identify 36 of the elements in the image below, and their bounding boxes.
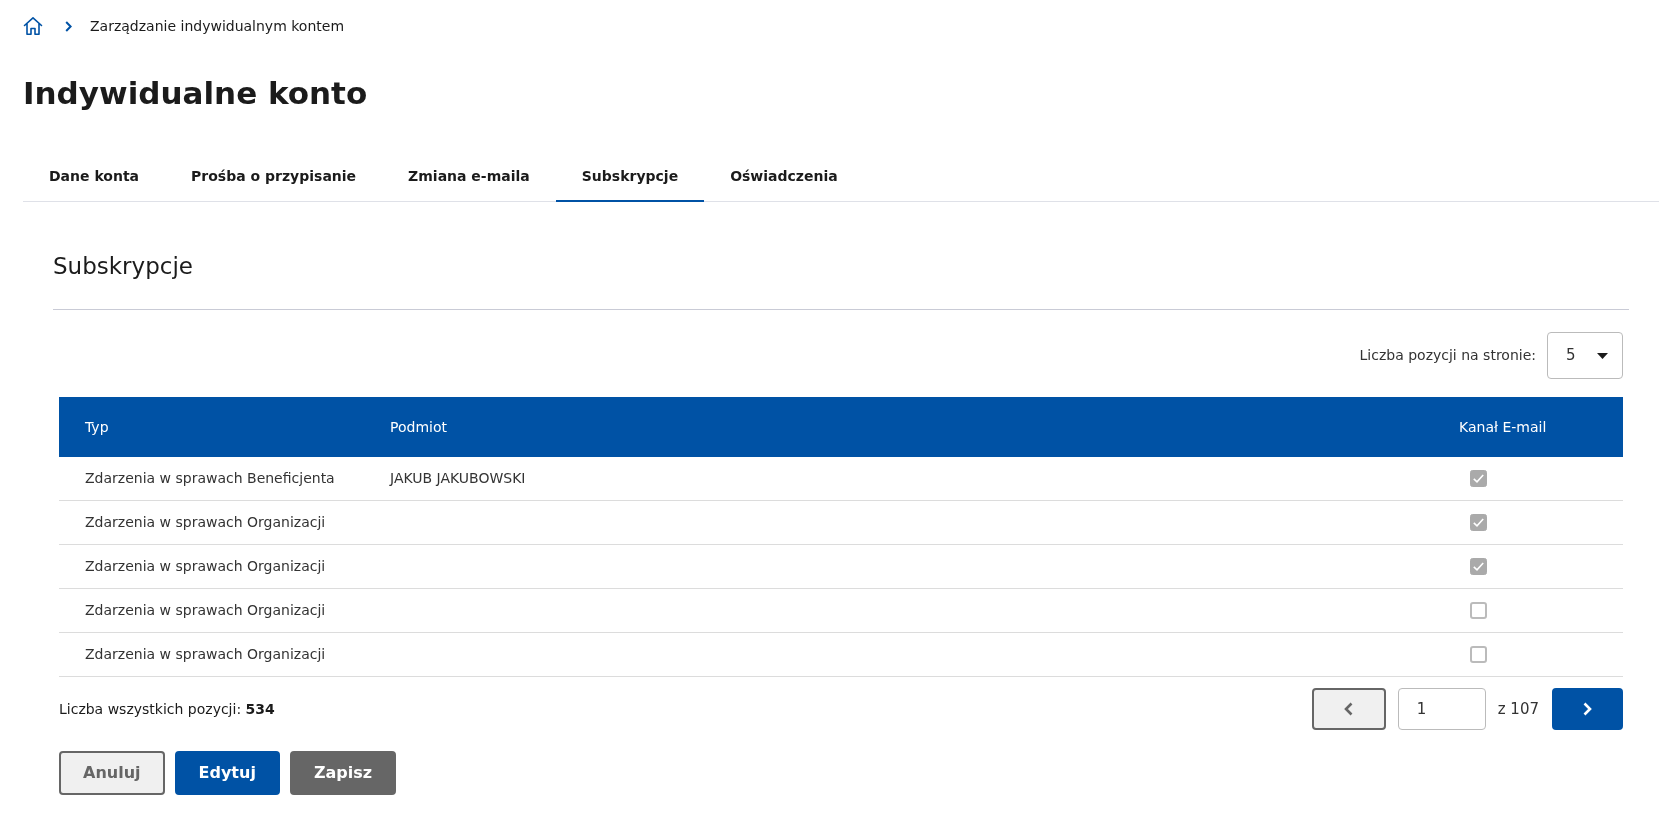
column-header: Podmiot	[390, 418, 447, 435]
tab[interactable]: Prośba o przypisanie	[165, 152, 383, 202]
column-header: Typ	[85, 418, 109, 435]
checkbox[interactable]	[1470, 646, 1487, 663]
section-title: Subskrypcje	[53, 252, 193, 281]
page-title: Indywidualne konto	[23, 74, 368, 113]
table-cell: Zdarzenia w sprawach Organizacji	[85, 514, 326, 530]
total-count: Liczba wszystkich pozycji: 534	[59, 699, 275, 719]
tab[interactable]: Dane konta	[23, 152, 166, 202]
chevron-right-icon	[1583, 702, 1592, 716]
column-header: Kanał E-mail	[1459, 418, 1547, 435]
table-cell: JAKUB JAKUBOWSKI	[390, 470, 526, 486]
action-button[interactable]: Anuluj	[59, 751, 165, 795]
page-count: z 107	[1497, 698, 1539, 720]
tab[interactable]: Oświadczenia	[704, 152, 864, 202]
action-button[interactable]: Edytuj	[174, 751, 280, 795]
next-page-button[interactable]	[1552, 688, 1623, 730]
chevron-right-icon	[65, 20, 72, 32]
tab[interactable]: Subskrypcje	[555, 152, 705, 202]
table-cell: Zdarzenia w sprawach Beneficjenta	[85, 470, 335, 486]
table-cell: Zdarzenia w sprawach Organizacji	[85, 602, 326, 618]
page-size-label: Liczba pozycji na stronie:	[1359, 346, 1536, 365]
home-icon[interactable]	[23, 16, 43, 36]
chevron-left-icon	[1344, 702, 1354, 716]
checkbox[interactable]	[1470, 514, 1487, 531]
breadcrumb-current: Zarządzanie indywidualnym kontem	[90, 17, 345, 36]
table-cell: Zdarzenia w sprawach Organizacji	[85, 646, 326, 662]
previous-page-button[interactable]	[1311, 688, 1386, 730]
page-size-select[interactable]: 5	[1547, 332, 1623, 379]
tab[interactable]: Zmiana e-maila	[382, 152, 556, 202]
checkbox[interactable]	[1470, 558, 1487, 575]
table-cell: Zdarzenia w sprawach Organizacji	[85, 558, 326, 574]
caret-down-icon	[1597, 352, 1608, 359]
checkbox[interactable]	[1470, 602, 1487, 619]
page-input[interactable]: 1	[1397, 688, 1486, 730]
checkbox[interactable]	[1470, 470, 1487, 487]
